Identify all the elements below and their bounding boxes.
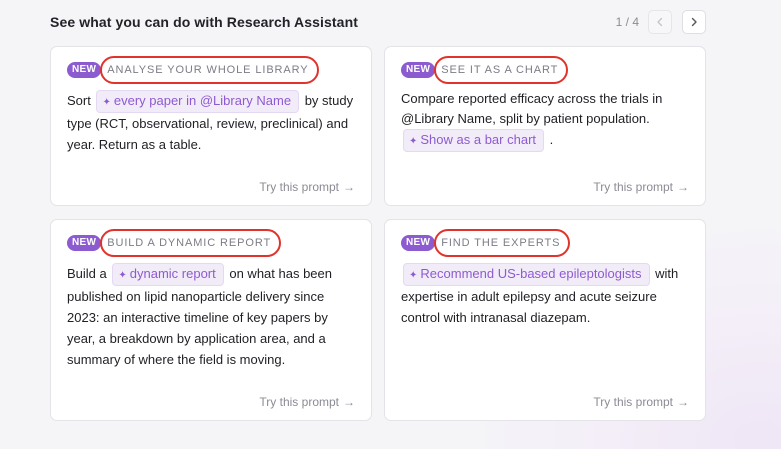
- prompt-text-before: Build a: [67, 266, 111, 281]
- sparkle-icon: ✦: [409, 136, 418, 147]
- arrow-right-icon: →: [677, 180, 689, 194]
- card-prompt-text: Compare reported efficacy across the tri…: [401, 89, 689, 152]
- try-this-prompt-link[interactable]: Try this prompt →: [259, 180, 355, 194]
- pager: 1 / 4: [616, 10, 706, 34]
- prompt-chip[interactable]: ✦ Show as a bar chart: [403, 129, 545, 152]
- new-badge: NEW: [401, 62, 436, 78]
- new-badge: NEW: [67, 62, 102, 78]
- prompt-card-dynamic-report[interactable]: NEW BUILD A DYNAMIC REPORT Build a ✦ dyna…: [50, 219, 372, 421]
- sparkle-icon: ✦: [409, 270, 418, 281]
- arrow-right-icon: →: [677, 395, 689, 409]
- chevron-right-icon: [691, 17, 697, 27]
- prompt-chip[interactable]: ✦ dynamic report: [112, 263, 224, 286]
- card-label: SEE IT AS A CHART: [434, 56, 569, 84]
- previous-page-button[interactable]: [648, 10, 672, 34]
- card-header: NEW BUILD A DYNAMIC REPORT: [67, 229, 355, 257]
- prompt-text-before: Sort: [67, 93, 95, 108]
- prompt-chip-label: Recommend US-based epileptologists: [420, 266, 642, 281]
- try-this-prompt-link[interactable]: Try this prompt →: [593, 180, 689, 194]
- arrow-right-icon: →: [343, 180, 355, 194]
- prompt-text-before: Compare reported efficacy across the tri…: [401, 91, 663, 126]
- try-label: Try this prompt: [593, 395, 673, 409]
- arrow-right-icon: →: [343, 395, 355, 409]
- prompt-chip[interactable]: ✦ every paper in @Library Name: [96, 90, 300, 113]
- card-label: FIND THE EXPERTS: [434, 229, 571, 257]
- prompt-card-analyse-library[interactable]: NEW ANALYSE YOUR WHOLE LIBRARY Sort ✦ eve…: [50, 46, 372, 206]
- sparkle-icon: ✦: [118, 270, 127, 281]
- prompt-chip[interactable]: ✦ Recommend US-based epileptologists: [403, 263, 650, 286]
- sparkle-icon: ✦: [102, 97, 111, 108]
- card-header: NEW SEE IT AS A CHART: [401, 56, 689, 84]
- card-header: NEW ANALYSE YOUR WHOLE LIBRARY: [67, 56, 355, 84]
- card-prompt-text: Build a ✦ dynamic report on what has been…: [67, 263, 355, 370]
- card-header: NEW FIND THE EXPERTS: [401, 229, 689, 257]
- card-label: ANALYSE YOUR WHOLE LIBRARY: [100, 56, 319, 84]
- card-prompt-text: Sort ✦ every paper in @Library Name by st…: [67, 90, 355, 155]
- next-page-button[interactable]: [682, 10, 706, 34]
- card-label: BUILD A DYNAMIC REPORT: [100, 229, 281, 257]
- prompt-card-see-chart[interactable]: NEW SEE IT AS A CHART Compare reported e…: [384, 46, 706, 206]
- try-label: Try this prompt: [259, 180, 339, 194]
- prompt-chip-label: Show as a bar chart: [420, 132, 537, 147]
- prompt-chip-label: dynamic report: [129, 266, 216, 281]
- try-this-prompt-link[interactable]: Try this prompt →: [593, 395, 689, 409]
- try-this-prompt-link[interactable]: Try this prompt →: [259, 395, 355, 409]
- try-label: Try this prompt: [259, 395, 339, 409]
- prompt-card-find-experts[interactable]: NEW FIND THE EXPERTS ✦ Recommend US-based…: [384, 219, 706, 421]
- new-badge: NEW: [401, 235, 436, 251]
- prompt-card-grid: NEW ANALYSE YOUR WHOLE LIBRARY Sort ✦ eve…: [50, 46, 706, 421]
- gallery-title: See what you can do with Research Assist…: [50, 14, 358, 30]
- prompt-gallery-header: See what you can do with Research Assist…: [50, 10, 706, 36]
- new-badge: NEW: [67, 235, 102, 251]
- chevron-left-icon: [657, 17, 663, 27]
- pager-count: 1 / 4: [615, 15, 639, 29]
- card-prompt-text: ✦ Recommend US-based epileptologists with…: [401, 263, 689, 328]
- prompt-text-after: .: [546, 132, 554, 147]
- try-label: Try this prompt: [593, 180, 673, 194]
- prompt-chip-label: every paper in @Library Name: [113, 93, 292, 108]
